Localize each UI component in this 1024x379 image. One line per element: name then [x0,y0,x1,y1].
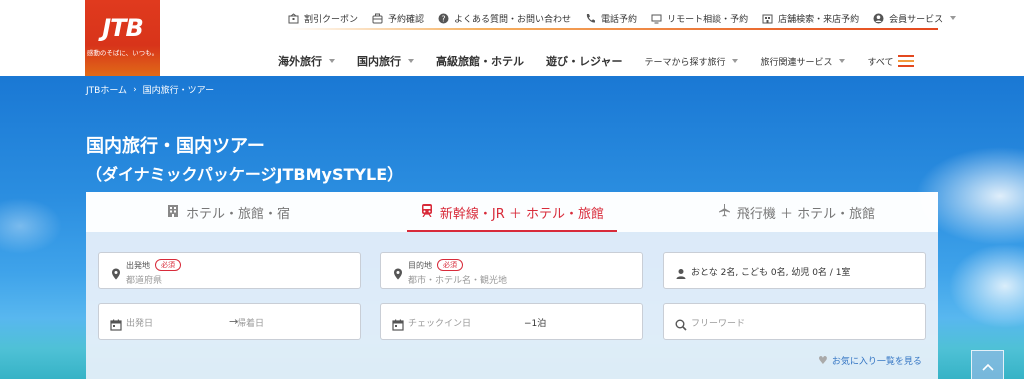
nav-all[interactable]: すべて [867,55,914,68]
jtb-logo[interactable]: JTB 感動のそばに、いつも。 [85,0,160,76]
date-range-field[interactable]: 出発日 → 帰着日 [98,303,361,340]
breadcrumb-home[interactable]: JTBホーム [86,83,127,96]
map-pin-icon [110,265,122,279]
destination-label: 目的地 必須 [408,259,463,271]
util-member[interactable]: 会員サービス [873,12,957,25]
nav-all-label: すべて [867,57,894,68]
chevron-down-icon [329,59,335,63]
nav-luxury[interactable]: 高級旅館・ホテル [436,53,524,69]
nav-overseas-label: 海外旅行 [278,55,322,68]
freeword-field[interactable]: フリーワード [663,303,926,340]
monitor-icon [651,13,662,24]
chevron-down-icon [950,16,957,20]
utility-nav: 割引クーポン 予約確認 ? よくある質問・お問い合わせ 電話予約 リモート相談・… [288,10,970,26]
checkin-field[interactable]: チェックイン日 −1泊 [380,303,643,340]
user-icon [873,13,884,24]
coupon-icon [288,12,299,24]
chevron-down-icon [408,59,414,63]
nav-theme-label: テーマから探す旅行 [644,57,726,68]
util-remote[interactable]: リモート相談・予約 [651,12,748,25]
util-faq[interactable]: ? よくある質問・お問い合わせ [438,12,571,25]
guests-value: おとな 2名, こども 0名, 幼児 0名 / 1室 [691,267,851,278]
util-booking-check[interactable]: 予約確認 [372,12,424,25]
chevron-up-icon [981,356,994,375]
calendar-icon [110,316,122,331]
departure-label: 出発地 必須 [126,259,181,271]
destination-label-text: 目的地 [408,260,432,270]
main-nav: 海外旅行 国内旅行 高級旅館・ホテル 遊び・レジャー テーマから探す旅行 旅行関… [278,52,914,70]
airplane-icon [717,203,731,221]
svg-text:?: ? [441,14,445,23]
util-coupon-label: 割引クーポン [304,14,359,25]
departure-label-text: 出発地 [126,260,150,270]
tab-train-hotel[interactable]: 新幹線・JR ＋ ホテル・旅館 [370,192,654,232]
nav-theme[interactable]: テーマから探す旅行 [644,55,739,68]
nav-leisure-label: 遊び・レジャー [546,55,623,68]
site-header: JTB 感動のそばに、いつも。 割引クーポン 予約確認 ? よくある質問・お問い… [0,0,1024,76]
nav-domestic[interactable]: 国内旅行 [357,53,414,69]
favorites-link[interactable]: ♥ お気に入り一覧を見る [818,354,922,367]
logo-tagline: 感動のそばに、いつも。 [86,49,159,57]
chevron-down-icon [839,59,846,63]
destination-placeholder: 都市・ホテル名・観光地 [408,276,508,286]
departure-field[interactable]: 出発地 必須 都道府県 [98,252,361,289]
heart-icon: ♥ [818,354,828,367]
depart-date-placeholder: 出発日 [126,318,154,329]
page-subtitle: （ダイナミックパッケージJTBMySTYLE） [86,165,404,184]
breadcrumb-current: 国内旅行・ツアー [142,86,215,96]
checkin-placeholder: チェックイン日 [408,318,472,329]
nights-value: −1泊 [524,318,547,329]
util-phone[interactable]: 電話予約 [585,12,637,25]
question-icon: ? [438,13,449,24]
chevron-down-icon [732,59,739,63]
util-member-label: 会員サービス [889,14,944,25]
search-tabs: ホテル・旅館・宿 新幹線・JR ＋ ホテル・旅館 飛行機 ＋ ホテル・旅館 [86,192,938,232]
tab-flight-hotel-label: 飛行機 ＋ ホテル・旅館 [736,206,876,222]
nav-overseas[interactable]: 海外旅行 [278,53,335,69]
tab-train-hotel-label: 新幹線・JR ＋ ホテル・旅館 [439,206,605,222]
nav-luxury-label: 高級旅館・ホテル [436,55,524,68]
freeword-placeholder: フリーワード [691,318,746,329]
tab-hotel[interactable]: ホテル・旅館・宿 [86,192,370,232]
favorites-link-label: お気に入り一覧を見る [831,357,922,367]
back-to-top-button[interactable] [971,350,1004,379]
required-badge: 必須 [155,259,181,271]
util-store-label: 店舗検索・来店予約 [778,14,860,25]
nav-services[interactable]: 旅行関連サービス [760,55,846,68]
building-icon [166,203,180,221]
train-icon [420,203,434,221]
nav-domestic-label: 国内旅行 [357,55,401,68]
map-pin-icon [392,265,404,279]
nav-services-label: 旅行関連サービス [760,57,833,68]
util-booking-check-label: 予約確認 [388,14,425,25]
person-icon [675,265,687,279]
header-accent-line [286,28,938,30]
guests-field[interactable]: おとな 2名, こども 0名, 幼児 0名 / 1室 [663,252,926,289]
calendar-icon [392,316,404,331]
chevron-right-icon: › [133,84,137,95]
phone-icon [585,13,596,24]
tab-flight-hotel[interactable]: 飛行機 ＋ ホテル・旅館 [654,192,938,232]
nav-leisure[interactable]: 遊び・レジャー [546,53,622,69]
page-title: 国内旅行・国内ツアー [86,136,265,157]
return-date-placeholder: 帰着日 [237,318,265,329]
required-badge: 必須 [437,259,463,271]
util-remote-label: リモート相談・予約 [667,14,749,25]
util-phone-label: 電話予約 [601,14,638,25]
suitcase-icon [372,13,383,24]
util-faq-label: よくある質問・お問い合わせ [454,14,572,25]
util-store[interactable]: 店舗検索・来店予約 [762,12,859,25]
search-icon [675,316,687,331]
logo-wordmark: JTB [102,14,144,42]
destination-field[interactable]: 目的地 必須 都市・ホテル名・観光地 [380,252,643,289]
departure-placeholder: 都道府県 [126,276,163,286]
tab-hotel-label: ホテル・旅館・宿 [185,206,290,222]
util-coupon[interactable]: 割引クーポン [288,12,358,25]
breadcrumb: JTBホーム › 国内旅行・ツアー [86,83,215,97]
menu-icon [897,55,914,67]
store-icon [762,13,773,24]
